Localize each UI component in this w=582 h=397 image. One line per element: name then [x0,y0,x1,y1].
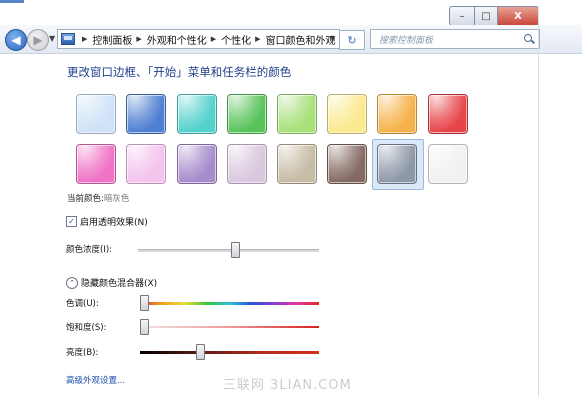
intensity-slider-track[interactable] [138,249,319,252]
color-swatch-lavender[interactable] [227,144,267,184]
hue-slider-track[interactable] [140,302,319,305]
color-swatch-sea[interactable] [177,94,217,134]
breadcrumb-separator-icon[interactable]: ▶ [82,35,87,43]
search-icon [524,34,534,44]
swatch-gloss [178,145,216,183]
transparency-checkbox[interactable]: ✓ [66,216,77,227]
color-swatch-lime[interactable] [277,94,317,134]
chevron-up-icon: ⌃ [66,276,78,289]
refresh-icon: ↻ [347,33,357,47]
swatch-gloss [127,145,165,183]
brightness-slider-thumb[interactable] [196,344,206,360]
color-swatch-twilight[interactable] [126,94,166,134]
color-mixer-label: 隐藏颜色混合器(X) [81,279,158,289]
address-bar[interactable]: ▶ 控制面板 ▶ 外观和个性化 ▶ 个性化 ▶ 窗口颜色和外观 [57,29,340,49]
color-mixer-toggle[interactable]: ⌃ 隐藏颜色混合器(X) [66,276,157,289]
current-color-label: 当前颜色: [67,194,104,204]
swatch-gloss [278,95,316,133]
saturation-slider-track[interactable] [140,326,319,328]
transparency-option[interactable]: ✓ 启用透明效果(N) [66,215,148,228]
close-button[interactable]: X [498,6,539,26]
swatch-gloss [328,95,366,133]
back-button[interactable]: ◀ [5,29,27,51]
color-swatch-violet[interactable] [177,144,217,184]
swatch-gloss [77,95,115,133]
breadcrumb-control-panel[interactable]: 控制面板 [92,32,132,47]
swatch-gloss [378,145,416,183]
swatch-gloss [429,145,467,183]
color-swatch-leaf[interactable] [227,94,267,134]
top-accent-bar [0,0,24,3]
saturation-slider-thumb[interactable] [140,319,149,335]
address-dropdown-icon[interactable]: ▼ [330,35,335,43]
breadcrumb-window-color[interactable]: 窗口颜色和外观 [266,32,336,47]
swatch-gloss [429,95,467,133]
color-swatch-chocolate[interactable] [327,144,367,184]
page-title: 更改窗口边框、「开始」菜单和任务栏的颜色 [67,65,292,79]
arrow-right-icon: ▶ [33,33,43,47]
maximize-button[interactable]: □ [475,6,498,26]
color-swatch-slate[interactable] [377,144,417,184]
current-color-text: 当前颜色:暗灰色 [67,192,129,204]
breadcrumb-personalization[interactable]: 个性化 [221,32,251,47]
hue-slider-thumb[interactable] [140,295,149,311]
color-swatch-fuchsia[interactable] [76,144,116,184]
search-input[interactable]: 搜索控制面板 [370,29,540,49]
swatch-gloss [127,95,165,133]
intensity-label: 颜色浓度(I): [66,245,113,255]
search-placeholder: 搜索控制面板 [379,35,434,46]
advanced-appearance-link[interactable]: 高级外观设置... [66,374,125,386]
breadcrumb-separator-icon[interactable]: ▶ [211,35,216,43]
color-swatch-sky[interactable] [76,94,116,134]
color-swatch-ruby[interactable] [428,94,468,134]
refresh-button[interactable]: ↻ [339,30,365,50]
color-swatch-pumpkin-light[interactable] [327,94,367,134]
transparency-label: 启用透明效果(N) [80,218,148,228]
intensity-slider-thumb[interactable] [231,242,241,258]
swatch-gloss [228,145,266,183]
current-color-value: 暗灰色 [103,194,130,204]
minimize-button[interactable]: – [449,6,475,26]
swatch-gloss [77,145,115,183]
breadcrumb-separator-icon[interactable]: ▶ [255,35,260,43]
breadcrumb-appearance[interactable]: 外观和个性化 [147,32,207,47]
breadcrumb-separator-icon[interactable]: ▶ [136,35,141,43]
brightness-label: 亮度(B): [66,348,99,358]
color-swatch-frost[interactable] [428,144,468,184]
color-swatch-pumpkin[interactable] [377,94,417,134]
control-panel-icon [61,33,75,45]
hue-label: 色调(U): [66,299,99,309]
recent-pages-dropdown-icon[interactable]: ▼ [49,34,55,43]
watermark-text: 三联网 3LIAN.COM [223,378,352,393]
color-swatch-taupe[interactable] [277,144,317,184]
saturation-label: 饱和度(S): [66,323,107,333]
swatch-gloss [378,95,416,133]
window-edge [538,6,539,397]
color-swatch-blush[interactable] [126,144,166,184]
swatch-gloss [228,95,266,133]
forward-button[interactable]: ▶ [27,29,49,51]
window-caption-buttons: – □ X [449,6,539,26]
swatch-gloss [178,95,216,133]
swatch-gloss [328,145,366,183]
swatch-gloss [278,145,316,183]
arrow-left-icon: ◀ [11,33,21,47]
brightness-slider-track[interactable] [140,351,319,354]
